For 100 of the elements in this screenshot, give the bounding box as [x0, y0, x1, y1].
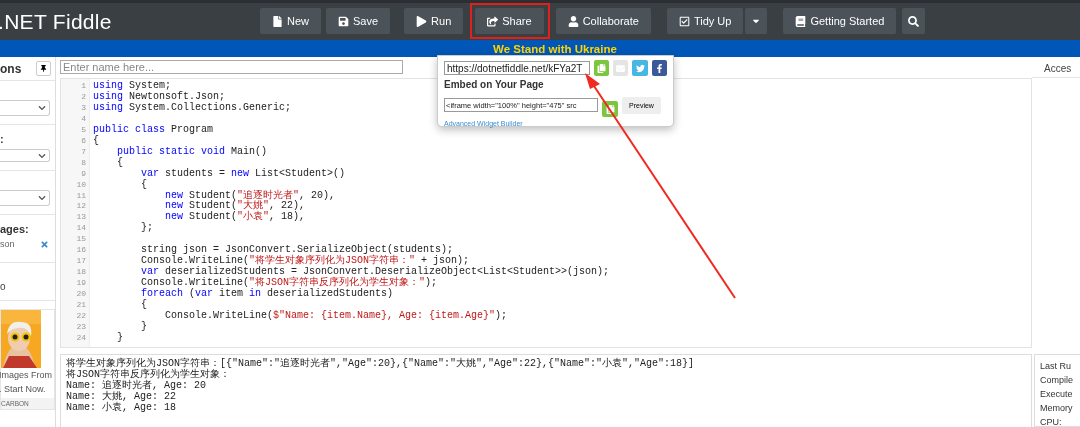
- code-line: };: [140, 223, 153, 235]
- name-field[interactable]: Enter name here...: [60, 60, 403, 74]
- toolbar-button[interactable]: Collaborate: [555, 8, 652, 34]
- code-line: using System;: [93, 81, 172, 92]
- panel-title: Acces: [1032, 59, 1080, 78]
- sidebar-text: o: [0, 281, 7, 292]
- bird-icon: [635, 63, 645, 73]
- section-label: ages:: [0, 223, 30, 235]
- code-line: Console.WriteLine("将学生对象序列化为JSON字符串：" + json);: [140, 256, 470, 267]
- package-name: son: [0, 239, 15, 249]
- code-line: new Student("小袁", 18),: [164, 212, 306, 224]
- line-number: 4: [80, 113, 87, 125]
- pin-icon: [40, 65, 47, 72]
- line-number: 7: [80, 146, 87, 158]
- announcement-banner: We Stand with Ukraine: [0, 40, 1080, 57]
- copy-icon: [596, 63, 606, 73]
- line-number: 16: [75, 245, 87, 257]
- line-number: 5: [80, 124, 87, 136]
- output-line: Name: 小袁, Age: 18: [66, 402, 177, 413]
- ad-text: Images From: [0, 369, 53, 382]
- app-logo: .NET Fiddle: [0, 10, 113, 34]
- search-button[interactable]: [902, 8, 927, 34]
- output-line: Name: 追逐时光者, Age: 20: [66, 380, 206, 391]
- toolbar-button[interactable]: Tidy Up: [666, 8, 745, 34]
- line-number: 18: [75, 267, 87, 279]
- copy-icon: [605, 104, 615, 114]
- panel-title: ons: [0, 61, 22, 76]
- ad-text: . Start Now.: [0, 383, 47, 396]
- code-line: using System.Collections.Generic;: [93, 102, 292, 114]
- stat-label: Execute: [1040, 388, 1074, 401]
- line-number: 13: [75, 212, 87, 224]
- stat-label: CPU:: [1040, 416, 1063, 427]
- code-line: Console.WriteLine("将JSON字符串反序列化为学生对象：");: [140, 278, 438, 289]
- select-field[interactable]: [0, 190, 50, 206]
- line-number: 15: [75, 234, 87, 246]
- share-icon: [487, 15, 499, 27]
- toolbar-button[interactable]: Run: [404, 8, 465, 34]
- line-number: 21: [75, 300, 87, 311]
- line-number: 23: [75, 321, 87, 333]
- output-line: 将学生对象序列化为JSON字符串：[{"Name":"追逐时光者","Age":20},{"Name":"大姚","Age":22},{"Name":"小袁","Age":18}]: [66, 358, 696, 369]
- stat-label: Last Ru: [1040, 360, 1073, 373]
- code-line: {: [93, 135, 99, 147]
- chevron-icon: [38, 104, 46, 112]
- line-number: 10: [75, 179, 87, 191]
- code-line: public class Program: [93, 124, 214, 135]
- code-editor[interactable]: [60, 78, 1032, 348]
- line-number: 17: [75, 256, 87, 268]
- line-number: 8: [80, 157, 87, 169]
- line-number: 2: [80, 91, 87, 103]
- code-line: Console.WriteLine($"Name: {item.Name}, Age: {item.Age}");: [164, 311, 508, 322]
- pin-button[interactable]: [36, 61, 51, 76]
- output-line: 将JSON字符串反序列化为学生对象：: [66, 369, 230, 380]
- line-number: 11: [75, 190, 87, 202]
- search-icon: [908, 15, 920, 27]
- code-line: }: [140, 321, 147, 333]
- code-line: foreach (var item in deserializedStudents): [140, 289, 394, 300]
- code-line: var students = new List<Student>(): [140, 168, 346, 179]
- stat-label: Compile: [1040, 374, 1074, 387]
- checkbox-icon: [678, 15, 690, 27]
- code-line: string json = JsonConvert.SerializeObject(students);: [140, 245, 454, 256]
- chevron-icon: [38, 194, 46, 202]
- line-number: 14: [75, 223, 87, 235]
- remove-icon[interactable]: [40, 239, 49, 249]
- code-line: {: [140, 300, 147, 311]
- line-number: 6: [80, 135, 87, 147]
- code-line: new Student("追逐时光者", 20),: [164, 190, 336, 201]
- url-field[interactable]: https://dotnetfiddle.net/kFYa2T: [444, 61, 590, 75]
- line-number: 3: [80, 102, 87, 114]
- play-icon: [416, 15, 428, 27]
- line-number: 20: [75, 289, 87, 301]
- output-line: Name: 大姚, Age: 22: [66, 391, 177, 402]
- dropdown-button[interactable]: [745, 8, 769, 34]
- envelope-icon: [616, 63, 626, 73]
- code-line: new Student("大姚", 22),: [164, 201, 306, 212]
- toolbar-button[interactable]: New: [260, 8, 322, 34]
- stat-label: Memory: [1040, 402, 1074, 415]
- facebook-icon: [654, 63, 664, 73]
- line-number: 19: [75, 278, 87, 290]
- copy-button[interactable]: [593, 60, 610, 76]
- facebook-button[interactable]: [651, 60, 667, 76]
- toolbar-button[interactable]: Getting Started: [783, 8, 898, 34]
- toolbar-button[interactable]: Save: [326, 8, 392, 34]
- code-line: {: [116, 157, 123, 169]
- popup-heading: Embed on Your Page: [444, 79, 545, 90]
- person-icon: [567, 15, 579, 27]
- option-label: :: [0, 133, 5, 145]
- book-icon: [795, 15, 807, 27]
- code-line: }: [116, 332, 123, 344]
- code-line: public static void Main(): [116, 146, 268, 157]
- line-number: 24: [75, 332, 87, 344]
- document-icon: [272, 15, 283, 27]
- toolbar-button[interactable]: Share: [475, 8, 545, 34]
- line-number: 22: [75, 311, 87, 322]
- line-number: 1: [80, 81, 87, 92]
- line-number: 9: [80, 168, 87, 180]
- select-field[interactable]: [0, 149, 50, 162]
- line-number: 12: [75, 201, 87, 213]
- select-field[interactable]: [0, 100, 50, 116]
- chevron-icon: [38, 151, 46, 160]
- code-line: using Newtonsoft.Json;: [93, 91, 226, 103]
